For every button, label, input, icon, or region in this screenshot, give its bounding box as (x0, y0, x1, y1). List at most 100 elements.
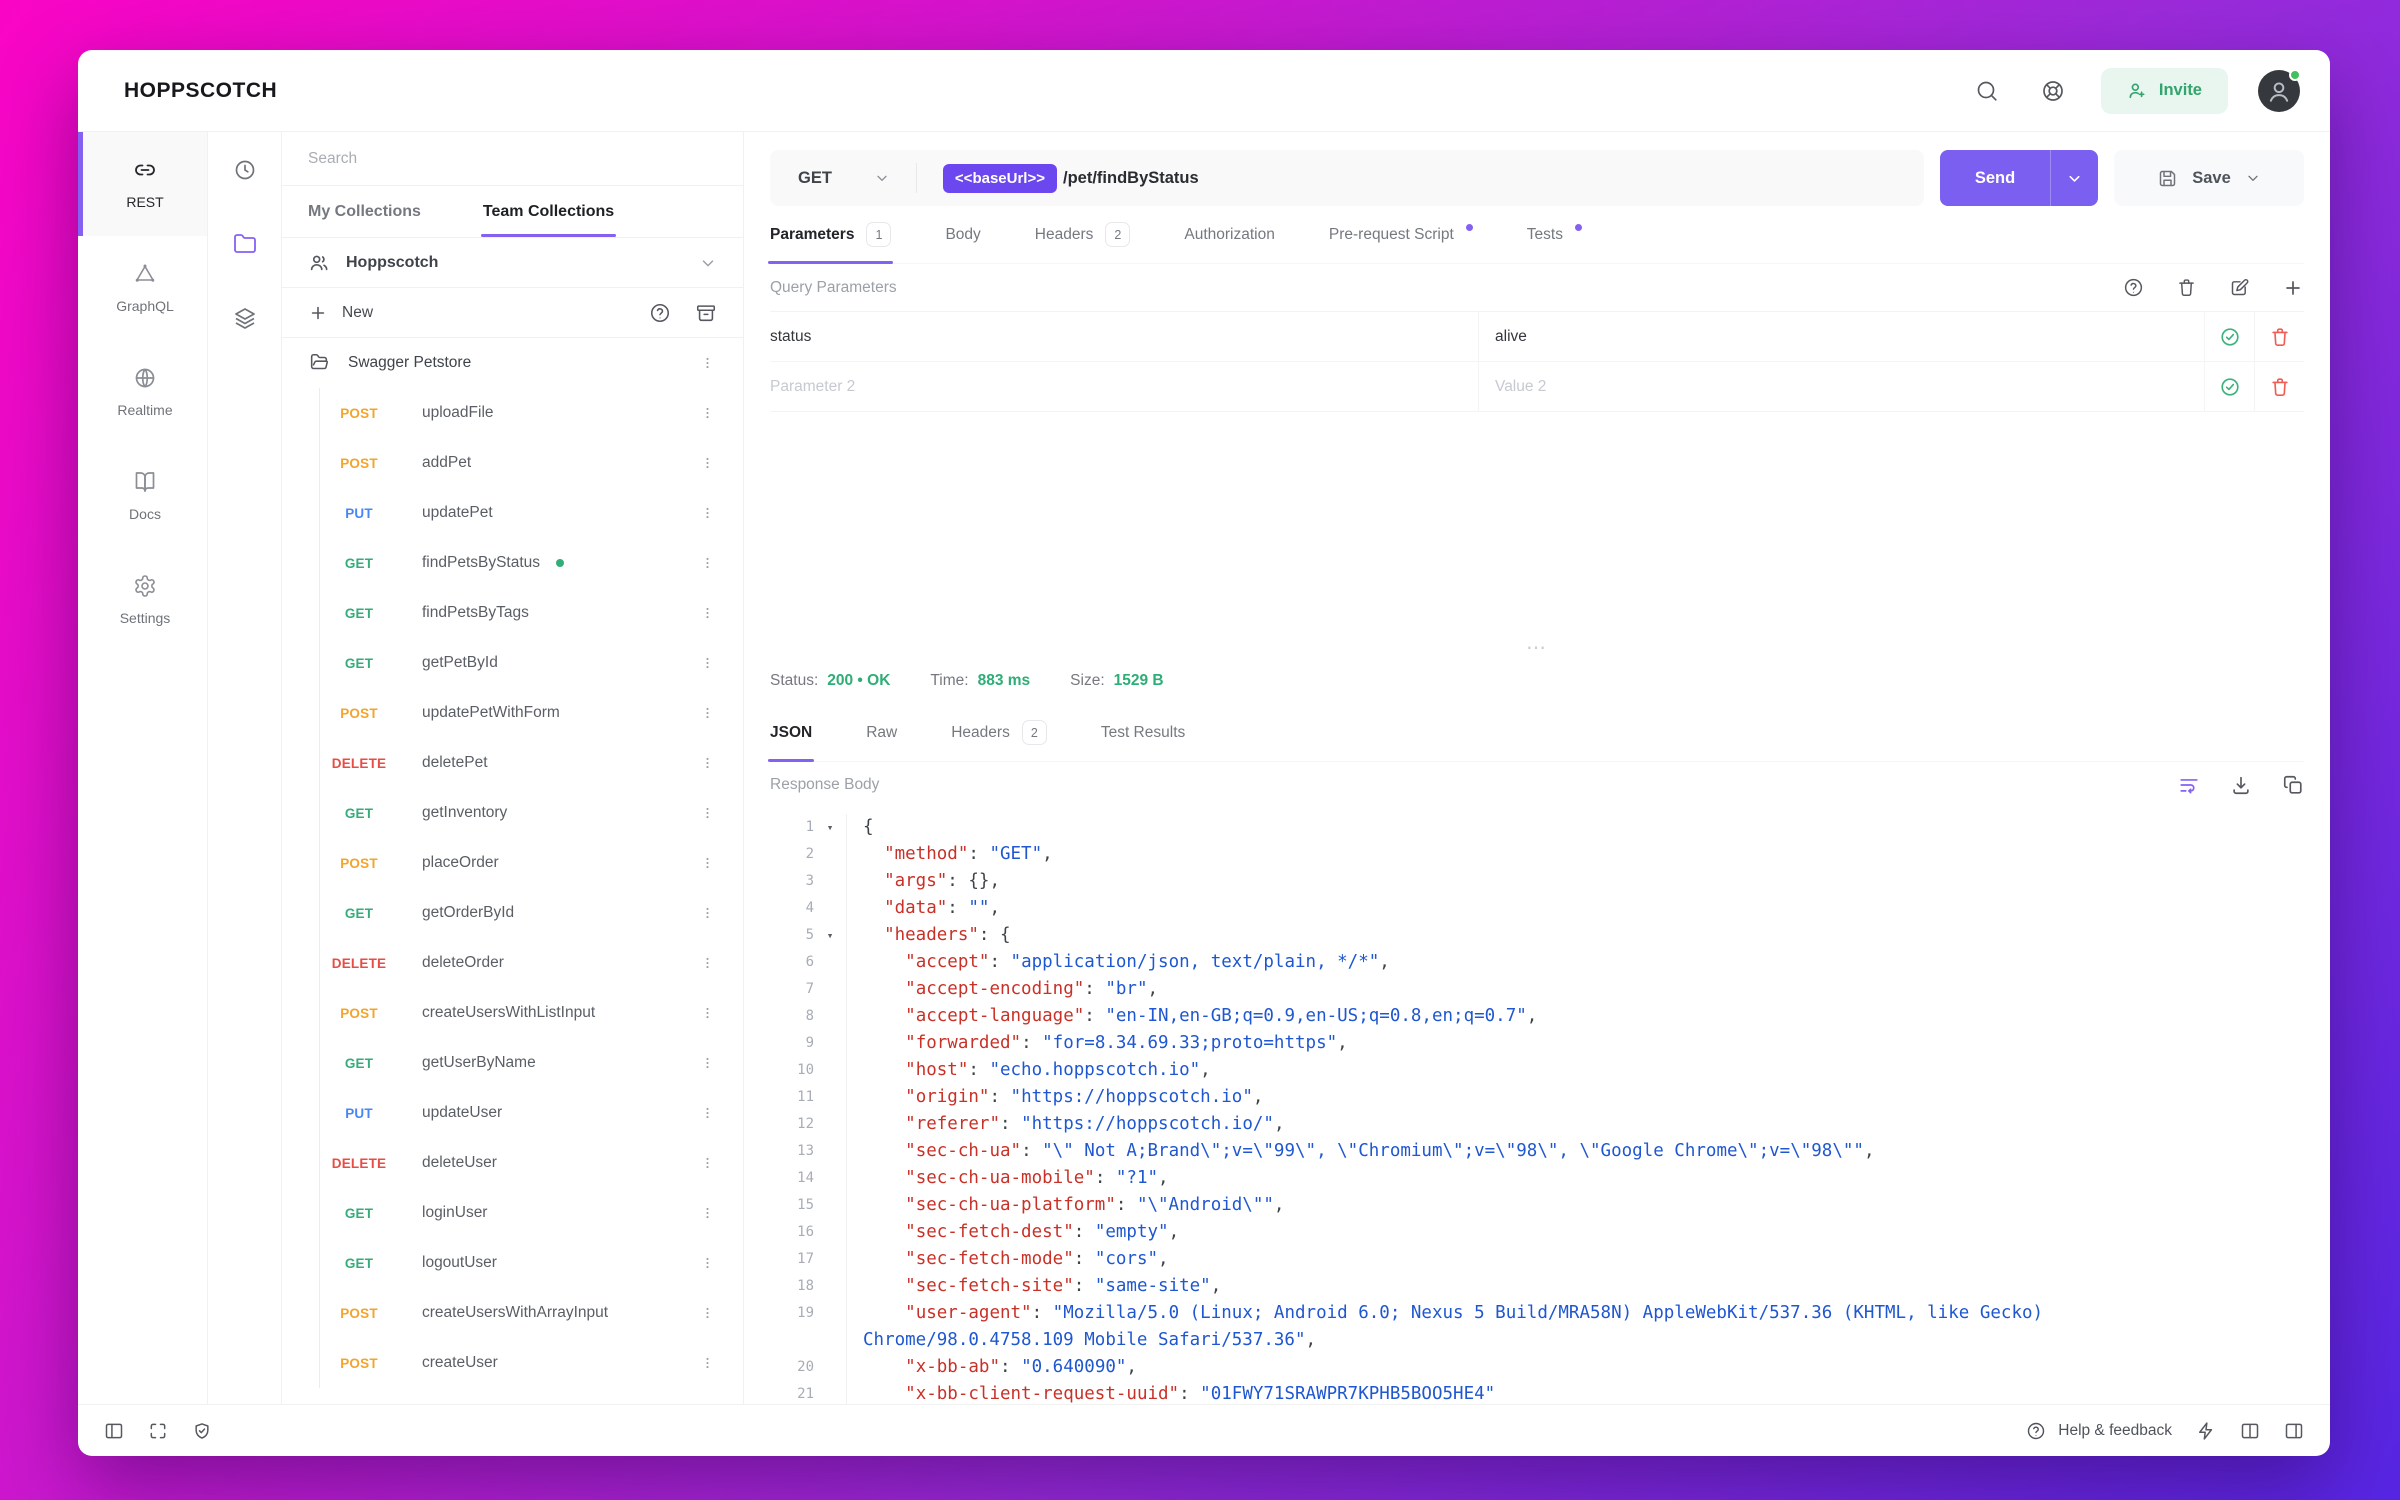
nav-item-settings[interactable]: Settings (78, 548, 207, 652)
request-menu-button[interactable] (696, 648, 719, 678)
help-feedback-button[interactable]: Help & feedback (2026, 1421, 2172, 1441)
code-fold-toggle[interactable]: ▾ (814, 814, 846, 841)
request-item[interactable]: GET findPetsByTags (282, 588, 743, 638)
request-item[interactable]: GET getInventory (282, 788, 743, 838)
global-search-button[interactable] (1969, 73, 2005, 109)
request-item[interactable]: DELETE deleteOrder (282, 938, 743, 988)
request-menu-button[interactable] (696, 1048, 719, 1078)
request-item[interactable]: GET getOrderById (282, 888, 743, 938)
copy-response-button[interactable] (2282, 774, 2304, 796)
collection-menu-button[interactable] (696, 1398, 719, 1404)
nav-item-realtime[interactable]: Realtime (78, 340, 207, 444)
clear-all-params-button[interactable] (2176, 277, 2197, 298)
param-key-input[interactable] (770, 327, 1478, 346)
response-tab[interactable]: JSON (767, 704, 815, 762)
request-item[interactable]: POST createUsersWithArrayInput (282, 1288, 743, 1338)
request-menu-button[interactable] (696, 1248, 719, 1278)
toggle-sidebar-button[interactable] (104, 1421, 124, 1441)
request-item[interactable]: GET logoutUser (282, 1238, 743, 1288)
url-input[interactable]: <<baseUrl>> /pet/findByStatus (917, 163, 1924, 193)
add-param-button[interactable] (2282, 277, 2304, 299)
request-tab[interactable]: Tests (1527, 206, 1582, 263)
request-menu-button[interactable] (696, 1098, 719, 1128)
request-menu-button[interactable] (696, 798, 719, 828)
history-tab-button[interactable] (227, 152, 263, 188)
request-item[interactable]: POST createUser (282, 1338, 743, 1388)
tab-team-collections[interactable]: Team Collections (480, 186, 617, 237)
request-tab[interactable]: Parameters 1 (767, 206, 894, 264)
params-help-button[interactable] (2123, 277, 2144, 298)
collection-folder-partial[interactable] (282, 1388, 743, 1404)
request-item[interactable]: POST placeOrder (282, 838, 743, 888)
request-menu-button[interactable] (696, 1348, 719, 1378)
request-menu-button[interactable] (696, 948, 719, 978)
collections-help-button[interactable] (649, 302, 671, 324)
new-collection-button[interactable]: New (308, 303, 635, 323)
code-fold-toggle[interactable]: ▾ (814, 922, 846, 949)
shortcuts-button[interactable] (148, 1421, 168, 1441)
invite-button[interactable]: Invite (2100, 67, 2228, 114)
request-menu-button[interactable] (696, 848, 719, 878)
save-button[interactable]: Save (2114, 150, 2304, 206)
send-button[interactable]: Send (1940, 150, 2050, 206)
response-tab[interactable]: Headers 2 (951, 704, 1047, 761)
nav-item-docs[interactable]: Docs (78, 444, 207, 548)
bulk-edit-button[interactable] (2229, 277, 2250, 298)
request-item[interactable]: POST createUsersWithListInput (282, 988, 743, 1038)
request-item[interactable]: GET findPetsByStatus (282, 538, 743, 588)
request-tab[interactable]: Body (945, 206, 980, 263)
request-menu-button[interactable] (696, 748, 719, 778)
request-menu-button[interactable] (696, 448, 719, 478)
collection-menu-button[interactable] (696, 348, 719, 378)
request-item[interactable]: DELETE deleteUser (282, 1138, 743, 1188)
param-value-input[interactable] (1495, 377, 2204, 396)
param-toggle-active-button[interactable] (2204, 362, 2254, 411)
collection-search-input[interactable] (308, 149, 717, 168)
team-selector[interactable]: Hoppscotch (282, 238, 743, 288)
user-avatar[interactable] (2258, 68, 2301, 112)
request-menu-button[interactable] (696, 698, 719, 728)
param-key-input[interactable] (770, 377, 1478, 396)
request-menu-button[interactable] (696, 598, 719, 628)
request-item[interactable]: POST updatePetWithForm (282, 688, 743, 738)
tab-my-collections[interactable]: My Collections (308, 186, 421, 237)
collection-folder[interactable]: Swagger Petstore (282, 338, 743, 388)
param-delete-button[interactable] (2254, 312, 2304, 361)
send-options-button[interactable] (2050, 150, 2098, 206)
request-menu-button[interactable] (696, 1148, 719, 1178)
request-tab[interactable]: Authorization (1184, 206, 1274, 263)
request-menu-button[interactable] (696, 1298, 719, 1328)
request-item[interactable]: POST addPet (282, 438, 743, 488)
request-item[interactable]: PUT updateUser (282, 1088, 743, 1138)
pane-resize-handle[interactable] (770, 638, 2304, 658)
environments-tab-button[interactable] (227, 300, 263, 336)
request-item[interactable]: PUT updatePet (282, 488, 743, 538)
param-value-input[interactable] (1495, 327, 2204, 346)
request-menu-button[interactable] (696, 548, 719, 578)
method-selector[interactable]: GET (770, 150, 916, 206)
request-item[interactable]: DELETE deletePet (282, 738, 743, 788)
keyboard-shortcuts-zap-button[interactable] (2196, 1421, 2216, 1441)
request-item[interactable]: GET getPetById (282, 638, 743, 688)
request-item[interactable]: POST uploadFile (282, 388, 743, 438)
nav-item-graphql[interactable]: GraphQL (78, 236, 207, 340)
request-menu-button[interactable] (696, 1198, 719, 1228)
nav-item-rest[interactable]: REST (78, 132, 207, 236)
request-tab[interactable]: Pre-request Script (1329, 206, 1473, 263)
response-tab[interactable]: Raw (866, 704, 897, 761)
request-menu-button[interactable] (696, 398, 719, 428)
response-tab[interactable]: Test Results (1101, 704, 1185, 761)
interceptor-button[interactable] (192, 1421, 212, 1441)
wrap-lines-button[interactable] (2178, 774, 2200, 796)
download-response-button[interactable] (2230, 774, 2252, 796)
collections-tab-button[interactable] (227, 226, 263, 262)
toggle-right-panel-button[interactable] (2284, 1421, 2304, 1441)
request-menu-button[interactable] (696, 898, 719, 928)
param-delete-button[interactable] (2254, 362, 2304, 411)
param-toggle-active-button[interactable] (2204, 312, 2254, 361)
request-menu-button[interactable] (696, 998, 719, 1028)
request-item[interactable]: GET getUserByName (282, 1038, 743, 1088)
request-menu-button[interactable] (696, 498, 719, 528)
request-item[interactable]: GET loginUser (282, 1188, 743, 1238)
support-button[interactable] (2035, 73, 2071, 109)
